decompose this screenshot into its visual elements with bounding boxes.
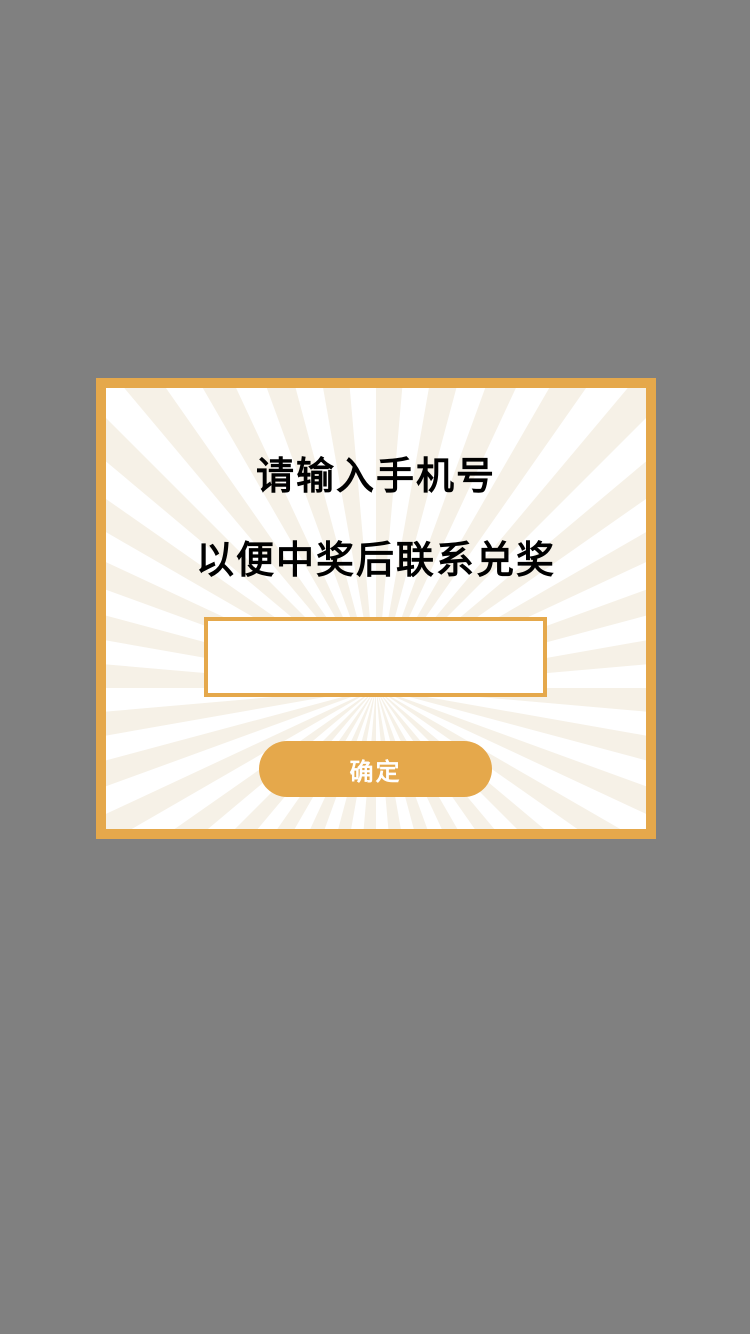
dialog-content: 请输入手机号 以便中奖后联系兑奖 确定 — [106, 388, 646, 829]
dialog-subtitle: 以便中奖后联系兑奖 — [195, 537, 556, 582]
dialog-title: 请输入手机号 — [255, 453, 496, 498]
phone-number-input[interactable] — [204, 617, 547, 697]
phone-dialog: 请输入手机号 以便中奖后联系兑奖 确定 — [96, 378, 656, 839]
confirm-button[interactable]: 确定 — [259, 741, 492, 797]
